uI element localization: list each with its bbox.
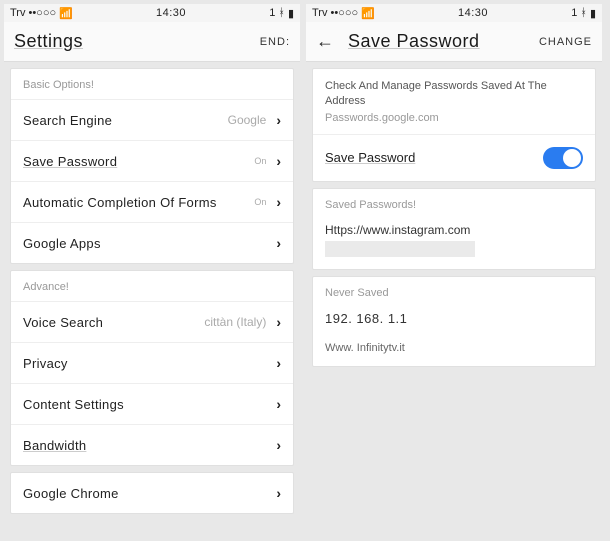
save-password-screen: Trv ••○○○ 📶 14:30 1 ᚼ ▮ ← Save Password … bbox=[306, 4, 602, 520]
chevron-right-icon: › bbox=[276, 314, 281, 330]
page-title: Save Password bbox=[348, 31, 480, 52]
never-saved-card: Never Saved 192. 168. 1.1 Www. Infinityt… bbox=[312, 276, 596, 367]
save-password-label: Save Password bbox=[23, 154, 117, 169]
page-title: Settings bbox=[14, 31, 83, 52]
end-button[interactable]: END: bbox=[260, 36, 290, 48]
save-password-row[interactable]: Save Password On › bbox=[11, 140, 293, 181]
chevron-right-icon: › bbox=[276, 153, 281, 169]
bluetooth-glyph: ᚼ bbox=[580, 7, 587, 19]
never-saved-label: Never Saved bbox=[313, 277, 595, 307]
wifi-icon: 📶 bbox=[361, 7, 375, 20]
privacy-label: Privacy bbox=[23, 356, 68, 371]
chevron-right-icon: › bbox=[276, 437, 281, 453]
google-chrome-row[interactable]: Google Chrome › bbox=[11, 473, 293, 513]
autofill-value: On bbox=[254, 197, 266, 207]
bluetooth-icon: 1 bbox=[571, 7, 577, 19]
search-engine-row[interactable]: Search Engine Google › bbox=[11, 99, 293, 140]
advance-card: Advance! Voice Search cittàn (Italy) › P… bbox=[10, 270, 294, 466]
search-engine-label: Search Engine bbox=[23, 113, 112, 128]
privacy-row[interactable]: Privacy › bbox=[11, 342, 293, 383]
settings-header: Settings END: bbox=[4, 22, 300, 62]
autofill-row[interactable]: Automatic Completion Of Forms On › bbox=[11, 181, 293, 222]
chevron-right-icon: › bbox=[276, 485, 281, 501]
password-mask bbox=[325, 241, 475, 257]
save-password-toggle-label: Save Password bbox=[325, 150, 415, 165]
carrier-label: Trv bbox=[312, 7, 327, 19]
search-engine-value: Google bbox=[228, 113, 267, 127]
bandwidth-row[interactable]: Bandwidth › bbox=[11, 424, 293, 465]
chevron-right-icon: › bbox=[276, 235, 281, 251]
battery-icon: ▮ bbox=[590, 7, 596, 20]
chrome-card: Google Chrome › bbox=[10, 472, 294, 514]
never-saved-item[interactable]: Www. Infinitytv.it bbox=[313, 338, 595, 366]
content-settings-label: Content Settings bbox=[23, 397, 124, 412]
voice-search-label: Voice Search bbox=[23, 315, 103, 330]
autofill-label: Automatic Completion Of Forms bbox=[23, 195, 217, 210]
chevron-right-icon: › bbox=[276, 112, 281, 128]
bluetooth-glyph: ᚼ bbox=[278, 7, 285, 19]
saved-passwords-card: Saved Passwords! Https://www.instagram.c… bbox=[312, 188, 596, 270]
saved-passwords-label: Saved Passwords! bbox=[313, 189, 595, 219]
settings-screen: Trv ••○○○ 📶 14:30 1 ᚼ ▮ Settings END: Ba… bbox=[4, 4, 300, 520]
advance-section-label: Advance! bbox=[11, 271, 293, 301]
never-saved-item[interactable]: 192. 168. 1.1 bbox=[313, 307, 595, 338]
voice-search-row[interactable]: Voice Search cittàn (Italy) › bbox=[11, 301, 293, 342]
description-text: Check And Manage Passwords Saved At The … bbox=[313, 69, 595, 112]
basic-section-label: Basic Options! bbox=[11, 69, 293, 99]
voice-search-value: cittàn (Italy) bbox=[204, 315, 266, 329]
carrier-label: Trv bbox=[10, 7, 25, 19]
chevron-right-icon: › bbox=[276, 194, 281, 210]
saved-password-item[interactable]: Https://www.instagram.com bbox=[313, 219, 595, 269]
save-password-toggle[interactable] bbox=[543, 147, 583, 169]
save-password-header: ← Save Password CHANGE bbox=[306, 22, 602, 62]
basic-options-card: Basic Options! Search Engine Google › Sa… bbox=[10, 68, 294, 264]
google-apps-label: Google Apps bbox=[23, 236, 101, 251]
back-arrow-icon[interactable]: ← bbox=[316, 31, 334, 52]
chevron-right-icon: › bbox=[276, 396, 281, 412]
saved-password-url: Https://www.instagram.com bbox=[325, 223, 583, 237]
clock: 14:30 bbox=[458, 7, 488, 19]
bluetooth-icon: 1 bbox=[269, 7, 275, 19]
chevron-right-icon: › bbox=[276, 355, 281, 371]
battery-icon: ▮ bbox=[288, 7, 294, 20]
status-bar: Trv ••○○○ 📶 14:30 1 ᚼ ▮ bbox=[4, 4, 300, 22]
passwords-link[interactable]: Passwords.google.com bbox=[313, 112, 595, 134]
wifi-icon: 📶 bbox=[59, 7, 73, 20]
content-settings-row[interactable]: Content Settings › bbox=[11, 383, 293, 424]
clock: 14:30 bbox=[156, 7, 186, 19]
change-button[interactable]: CHANGE bbox=[539, 36, 592, 48]
google-chrome-label: Google Chrome bbox=[23, 486, 119, 501]
signal-icon: ••○○○ bbox=[330, 7, 358, 19]
status-bar: Trv ••○○○ 📶 14:30 1 ᚼ ▮ bbox=[306, 4, 602, 22]
bandwidth-label: Bandwidth bbox=[23, 438, 86, 453]
google-apps-row[interactable]: Google Apps › bbox=[11, 222, 293, 263]
toggle-card: Check And Manage Passwords Saved At The … bbox=[312, 68, 596, 182]
signal-icon: ••○○○ bbox=[28, 7, 56, 19]
save-password-value: On bbox=[254, 156, 266, 166]
